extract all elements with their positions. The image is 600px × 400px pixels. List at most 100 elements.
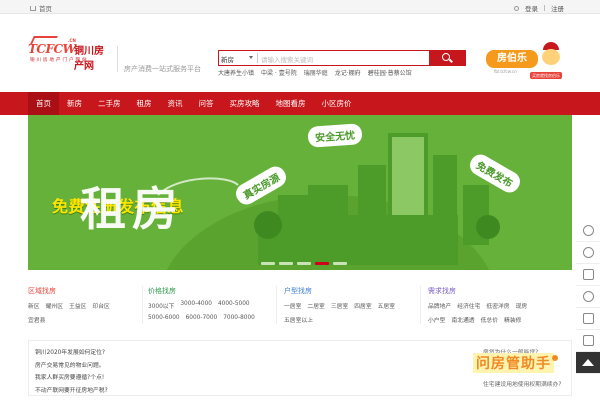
- finder-link[interactable]: 4000-5000: [218, 301, 250, 310]
- nav-item-prices[interactable]: 小区房价: [314, 92, 360, 115]
- nav-item-guide[interactable]: 买房攻略: [222, 92, 268, 115]
- finder-link[interactable]: 5000-6000: [148, 315, 180, 321]
- finder-demand: 需求找房 品牌地产 经济住宅 低密洋房 现房 小户型 南北通透 低总价 精装修: [428, 286, 527, 329]
- faq-item[interactable]: 铜川2020年发展如何定位?: [35, 347, 108, 356]
- arrow-up-icon: [582, 359, 594, 366]
- search-box: 新房 请输入搜索关键词: [218, 49, 466, 66]
- weibo-icon: [582, 225, 594, 236]
- slogan: 房产消费一站式服务平台: [124, 65, 201, 73]
- finder-link[interactable]: 三居室: [331, 301, 348, 310]
- carousel-dot-active[interactable]: [315, 262, 329, 265]
- carousel-dot[interactable]: [261, 262, 275, 265]
- hot-keyword[interactable]: 大唐养生小镇: [218, 68, 254, 77]
- finder-link[interactable]: 印台区: [92, 301, 109, 310]
- mascot-url: fbl.tcfcw.cn: [494, 69, 517, 74]
- home-icon: [582, 313, 594, 324]
- finder-link[interactable]: 品牌地产: [428, 301, 451, 310]
- home-link[interactable]: 首页: [30, 3, 52, 13]
- divider: [142, 286, 143, 324]
- finder-link[interactable]: 王益区: [69, 301, 86, 310]
- fangbole-mascot-banner[interactable]: 房伯乐 fbl.tcfcw.cn 买房就找房伯乐: [484, 42, 572, 82]
- finder-layout: 户型找房 一居室 二居室 三居室 四居室 五居室 五居室以上: [284, 286, 395, 329]
- finder-link[interactable]: 一居室: [284, 301, 301, 310]
- home-label: 首页: [39, 5, 52, 13]
- building-icon: [582, 335, 594, 346]
- finder-area-title: 区域找房: [28, 287, 56, 295]
- mascot-tag: 买房就找房伯乐: [530, 72, 562, 79]
- finder-link[interactable]: 3000以下: [148, 301, 174, 310]
- finder-layout-title: 户型找房: [284, 287, 312, 295]
- logo-subtitle: 铜川房地产门户网站: [30, 58, 89, 63]
- finder-link[interactable]: 低密洋房: [486, 301, 509, 310]
- logo-divider: [117, 46, 118, 72]
- carousel-dot[interactable]: [279, 262, 293, 265]
- finder-link[interactable]: 四居室: [354, 301, 371, 310]
- finder-link[interactable]: 6000-7000: [186, 315, 218, 321]
- hot-keyword[interactable]: 碧桂园·普蔡公馆: [368, 68, 412, 77]
- search-input[interactable]: 请输入搜索关键词: [261, 54, 313, 64]
- finder-area: 区域找房 新区 耀州区 王益区 印台区 宜君县: [28, 286, 110, 329]
- mascot-icon: [540, 42, 562, 72]
- finder-link[interactable]: 经济住宅: [457, 301, 480, 310]
- house-finder: 区域找房 新区 耀州区 王益区 印台区 宜君县 价格找房 3000以下 3000…: [28, 286, 572, 326]
- mascot-title: 房伯乐: [486, 50, 538, 68]
- float-verify[interactable]: [576, 286, 600, 308]
- speech-icon: [552, 355, 558, 361]
- carousel-dot[interactable]: [297, 262, 311, 265]
- list-icon: [582, 269, 594, 280]
- finder-link[interactable]: 小户型: [428, 315, 445, 324]
- hot-keyword[interactable]: 瑞丽华庭: [304, 68, 328, 77]
- login-link[interactable]: 登录: [525, 3, 538, 13]
- search-icon: [442, 52, 450, 61]
- finder-price-title: 价格找房: [148, 287, 176, 295]
- site-logo[interactable]: TCFCW .CN 铜川房产网 铜川房地产门户网站: [28, 36, 110, 76]
- housing-assistant-logo[interactable]: 问房管助手: [473, 353, 558, 373]
- register-link[interactable]: 注册: [551, 3, 564, 13]
- nav-item-qa[interactable]: 问答: [191, 92, 222, 115]
- nav-item-rent[interactable]: 租房: [129, 92, 160, 115]
- float-home[interactable]: [576, 308, 600, 330]
- finder-link[interactable]: 低总价: [481, 315, 498, 324]
- hero-banner[interactable]: 安全无忧 真实房源 免费发布 免费注册发布信息 租房: [28, 115, 572, 270]
- finder-link[interactable]: 宜君县: [28, 315, 45, 324]
- check-icon: [582, 291, 594, 302]
- finder-link[interactable]: 现房: [516, 301, 528, 310]
- logo-letters: TCFCW: [28, 42, 76, 56]
- user-icon: [514, 5, 519, 11]
- finder-link[interactable]: 7000-8000: [223, 315, 255, 321]
- banner-rent-text: 租房: [80, 182, 184, 236]
- finder-link[interactable]: 二居室: [307, 301, 324, 310]
- finder-link[interactable]: 耀州区: [46, 301, 63, 310]
- faq-item[interactable]: 我家人群买房要遵循?个点!: [35, 372, 108, 381]
- finder-link[interactable]: 五居室以上: [284, 315, 313, 324]
- back-to-top-button[interactable]: [576, 352, 600, 374]
- finder-link[interactable]: 五居室: [378, 301, 395, 310]
- float-feedback[interactable]: [576, 264, 600, 286]
- finder-link[interactable]: 3000-4000: [180, 301, 212, 310]
- hot-keyword[interactable]: 龙记·棚府: [335, 68, 361, 77]
- float-building[interactable]: [576, 330, 600, 352]
- badge-safe: 安全无忧: [307, 123, 363, 148]
- hot-keywords: 大唐养生小镇 中梁 · 壹号院 瑞丽华庭 龙记·棚府 碧桂园·普蔡公馆: [218, 68, 412, 77]
- wechat-icon: [582, 247, 594, 258]
- finder-link[interactable]: 精装修: [504, 315, 521, 324]
- finder-link[interactable]: 新区: [28, 301, 40, 310]
- nav-item-map[interactable]: 地图看房: [268, 92, 314, 115]
- finder-demand-title: 需求找房: [428, 287, 456, 295]
- nav-item-resale[interactable]: 二手房: [90, 92, 129, 115]
- float-wechat[interactable]: [576, 242, 600, 264]
- faq-right-question[interactable]: 住宅建设用地使用权期满续办?: [483, 379, 561, 388]
- nav-item-news[interactable]: 资讯: [160, 92, 191, 115]
- faq-item[interactable]: 房产交易常见的物业问题。: [35, 360, 108, 369]
- faq-item[interactable]: 不动产联网要开征房地产税?: [35, 385, 108, 394]
- nav-item-home[interactable]: 首页: [28, 92, 59, 115]
- faq-list: 铜川2020年发展如何定位? 房产交易常见的物业问题。 我家人群买房要遵循?个点…: [35, 347, 108, 394]
- hot-keyword[interactable]: 中梁 · 壹号院: [261, 68, 297, 77]
- carousel-dot[interactable]: [333, 262, 347, 265]
- float-weibo[interactable]: [576, 220, 600, 242]
- search-button[interactable]: [429, 49, 466, 66]
- chevron-down-icon: [249, 56, 253, 59]
- nav-item-new-homes[interactable]: 新房: [59, 92, 90, 115]
- divider: [420, 286, 421, 324]
- finder-link[interactable]: 南北通透: [451, 315, 474, 324]
